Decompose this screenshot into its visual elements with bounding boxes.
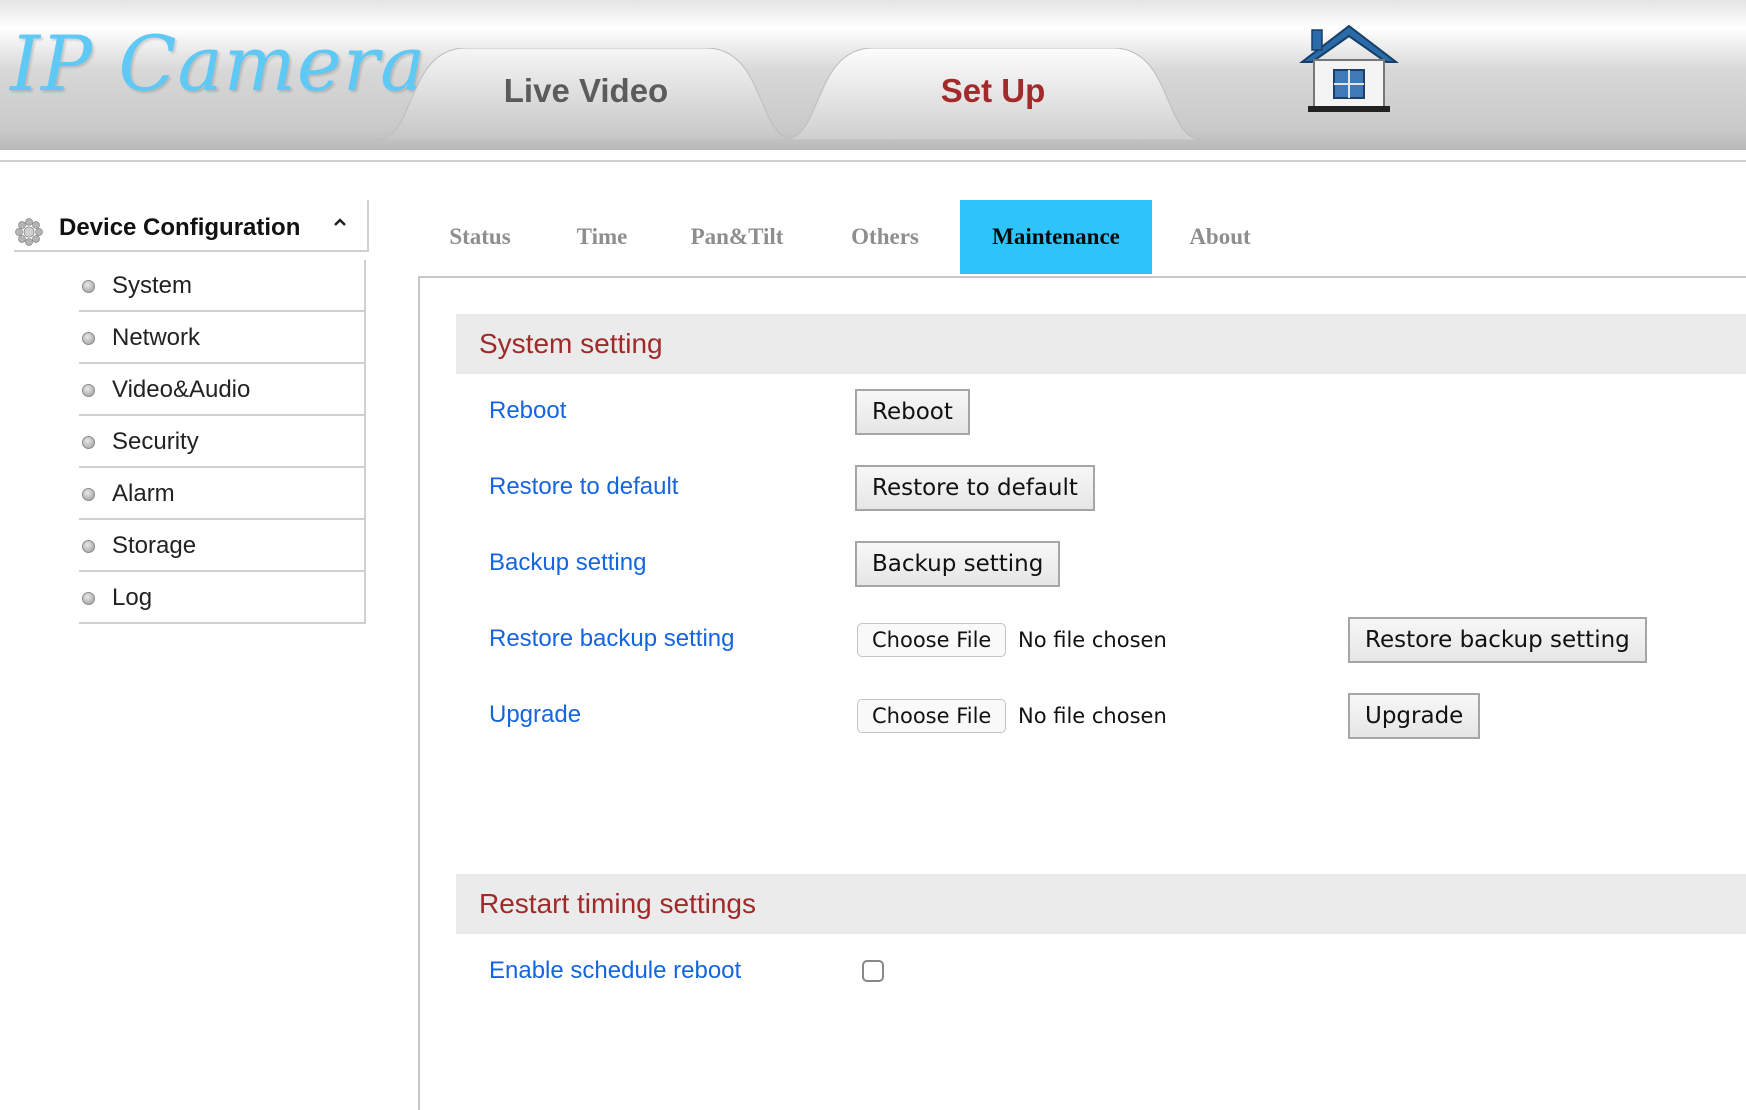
- restore-backup-label[interactable]: Restore backup setting: [489, 625, 734, 653]
- header-bar: IP Camera Live Video Set Up: [0, 0, 1746, 150]
- bullet-icon: [82, 384, 95, 397]
- sidebar-item-network[interactable]: Network: [79, 312, 366, 364]
- restore-backup-button[interactable]: Restore backup setting: [1348, 617, 1647, 663]
- home-icon[interactable]: [1296, 22, 1402, 114]
- sidebar-item-label: Video&Audio: [112, 376, 251, 403]
- section-restart-timing: Restart timing settings: [456, 874, 1746, 934]
- enable-schedule-reboot-checkbox[interactable]: [862, 960, 884, 982]
- backup-setting-label[interactable]: Backup setting: [489, 549, 646, 577]
- reboot-label[interactable]: Reboot: [489, 397, 566, 425]
- tab-set-up[interactable]: Set Up: [783, 48, 1203, 140]
- bullet-icon: [82, 332, 95, 345]
- sidebar-item-label: System: [112, 272, 193, 299]
- tab-about[interactable]: About: [1160, 200, 1280, 274]
- logo: IP Camera: [10, 19, 427, 108]
- sidebar-item-label: Alarm: [112, 480, 175, 507]
- sidebar-item-security[interactable]: Security: [79, 416, 366, 468]
- sidebar-menu: System Network Video&Audio Security Alar…: [79, 260, 366, 624]
- sidebar-item-video-audio[interactable]: Video&Audio: [79, 364, 366, 416]
- sidebar-title: Device Configuration: [59, 214, 301, 241]
- tab-set-up-label: Set Up: [940, 72, 1046, 109]
- sidebar-header-device-configuration[interactable]: Device Configuration: [14, 200, 369, 252]
- restore-default-button[interactable]: Restore to default: [855, 465, 1095, 511]
- tab-maintenance[interactable]: Maintenance: [960, 200, 1152, 274]
- restore-default-label[interactable]: Restore to default: [489, 473, 678, 501]
- sidebar-item-log[interactable]: Log: [79, 572, 366, 624]
- chevron-up-icon[interactable]: [332, 216, 348, 228]
- bullet-icon: [82, 436, 95, 449]
- sidebar-item-label: Security: [112, 428, 199, 455]
- sidebar-item-alarm[interactable]: Alarm: [79, 468, 366, 520]
- section-system-setting: System setting: [456, 314, 1746, 374]
- bullet-icon: [82, 540, 95, 553]
- sidebar-item-label: Storage: [112, 532, 197, 559]
- restore-backup-choose-file-button[interactable]: Choose File: [857, 623, 1007, 657]
- upgrade-label[interactable]: Upgrade: [489, 701, 581, 729]
- enable-schedule-reboot-label[interactable]: Enable schedule reboot: [489, 957, 741, 985]
- tab-time[interactable]: Time: [542, 200, 662, 274]
- backup-setting-button[interactable]: Backup setting: [855, 541, 1061, 587]
- tab-pan-tilt[interactable]: Pan&Tilt: [667, 200, 807, 274]
- section-title: Restart timing settings: [479, 888, 756, 919]
- restore-backup-file-status: No file chosen: [1018, 628, 1167, 652]
- tab-live-video[interactable]: Live Video: [376, 48, 796, 140]
- sidebar-item-label: Network: [112, 324, 201, 351]
- gear-icon: [15, 218, 43, 246]
- reboot-button[interactable]: Reboot: [855, 389, 970, 435]
- tab-others[interactable]: Others: [820, 200, 950, 274]
- tab-live-video-label: Live Video: [503, 72, 669, 109]
- header-divider: [0, 160, 1746, 162]
- bullet-icon: [82, 280, 95, 293]
- bullet-icon: [82, 488, 95, 501]
- sidebar-item-label: Log: [112, 584, 153, 611]
- section-title: System setting: [479, 328, 663, 359]
- sidebar-item-storage[interactable]: Storage: [79, 520, 366, 572]
- upgrade-choose-file-button[interactable]: Choose File: [857, 699, 1007, 733]
- upgrade-file-status: No file chosen: [1018, 704, 1167, 728]
- sidebar-item-system[interactable]: System: [79, 260, 366, 312]
- bullet-icon: [82, 592, 95, 605]
- tab-status[interactable]: Status: [420, 200, 540, 274]
- upgrade-button[interactable]: Upgrade: [1348, 693, 1481, 739]
